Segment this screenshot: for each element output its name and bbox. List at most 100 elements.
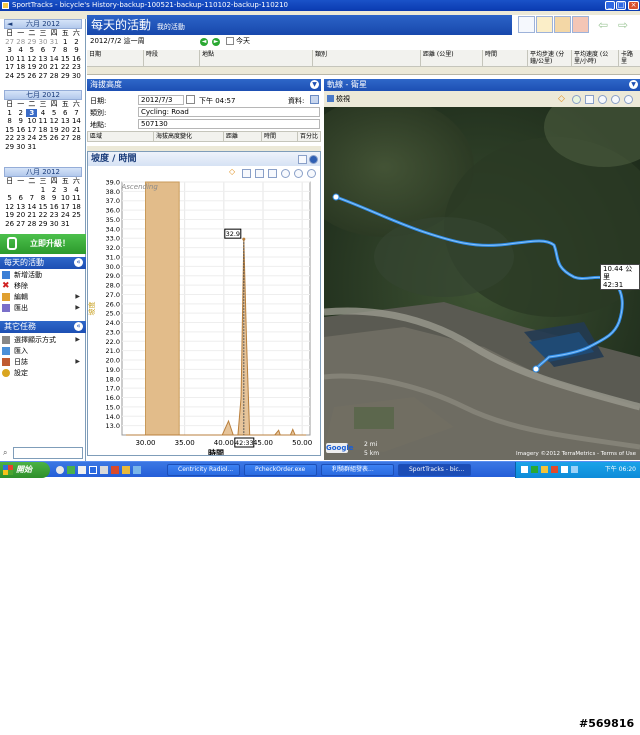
calendar-day[interactable]: 18 [37, 126, 48, 135]
calendar-day[interactable]: 4 [15, 46, 26, 55]
category-select[interactable]: Cycling: Road [138, 107, 320, 117]
tools-icon[interactable] [536, 16, 553, 33]
calendar-day[interactable]: 20 [60, 126, 71, 135]
calendar-day[interactable]: 3 [4, 46, 15, 55]
calendar-day[interactable]: 25 [37, 134, 48, 143]
calendar-day[interactable]: 7 [71, 109, 82, 118]
calendar-day[interactable]: 12 [4, 203, 15, 212]
calendar-day[interactable]: 29 [26, 38, 37, 47]
map-copyright[interactable]: Imagery ©2012 TerraMetrics - Terms of Us… [516, 451, 636, 457]
column-header[interactable]: 百分比 [298, 132, 321, 142]
calendar-day[interactable]: 29 [37, 220, 48, 229]
calendar-day[interactable]: 17 [4, 63, 15, 72]
column-header[interactable]: 卡路里 [619, 50, 640, 67]
column-header[interactable]: 地點 [200, 50, 313, 67]
zoom-in-icon[interactable] [307, 169, 316, 178]
calendar-day[interactable]: 27 [4, 38, 15, 47]
calendar-day[interactable]: 12 [26, 55, 37, 64]
calendar-day[interactable]: 16 [49, 203, 60, 212]
prev-month-icon[interactable]: ◄ [7, 20, 12, 29]
calendar-day[interactable]: 11 [15, 55, 26, 64]
time-value[interactable]: 下午 04:57 [199, 96, 235, 106]
calendar-day[interactable]: 30 [15, 143, 26, 152]
panel-dropdown-icon[interactable]: ▼ [310, 80, 319, 89]
calendar-day[interactable]: 20 [37, 63, 48, 72]
calendar-day[interactable]: 4 [71, 186, 82, 195]
zoom-out-icon[interactable] [611, 95, 620, 104]
panel-dropdown-icon[interactable]: ▼ [629, 80, 638, 89]
column-header[interactable]: 距離 [224, 132, 262, 142]
collapse-icon[interactable]: « [74, 322, 83, 331]
calendar-day[interactable]: 22 [60, 63, 71, 72]
calendar-day[interactable]: 31 [60, 220, 71, 229]
close-button[interactable]: × [628, 1, 639, 10]
calendar-day[interactable]: 26 [26, 72, 37, 81]
calendar-day[interactable]: 23 [49, 211, 60, 220]
refresh-icon[interactable] [572, 95, 581, 104]
calendar-day[interactable]: 6 [15, 194, 26, 203]
calendar-day[interactable]: 20 [15, 211, 26, 220]
column-header[interactable]: 時段 [144, 50, 200, 67]
taskbar-item[interactable]: PcheckOrder.exe [244, 464, 317, 476]
calendar-day[interactable]: 5 [26, 46, 37, 55]
calendar-day[interactable]: 6 [37, 46, 48, 55]
save-icon[interactable] [585, 95, 594, 104]
calendar-day[interactable]: 11 [37, 117, 48, 126]
tray-icon[interactable] [561, 466, 568, 473]
collapse-icon[interactable]: « [74, 258, 83, 267]
calendar-day[interactable]: 9 [49, 194, 60, 203]
calendar-day[interactable]: 15 [60, 55, 71, 64]
calendar-day[interactable]: 19 [26, 63, 37, 72]
calendar-day[interactable]: 30 [49, 220, 60, 229]
task-settings[interactable]: 設定 [2, 368, 84, 378]
satellite-map[interactable]: 10.44 公里 42:31 Google 2 mi 5 km Imagery … [324, 107, 640, 460]
zoom-out-icon[interactable] [294, 169, 303, 178]
back-arrow-icon[interactable]: ⇦ [598, 18, 608, 32]
calendar-day[interactable]: 16 [71, 55, 82, 64]
quicklaunch-icon[interactable] [56, 466, 64, 474]
calendar-day[interactable]: 17 [26, 126, 37, 135]
chart-icon[interactable] [255, 169, 264, 178]
calendar-picker-icon[interactable] [186, 95, 195, 104]
calendar-day[interactable]: 8 [37, 194, 48, 203]
quicklaunch-icon[interactable] [89, 466, 97, 474]
today-button[interactable]: 今天 [236, 35, 250, 48]
task-export[interactable]: 匯出 ▶ [2, 303, 84, 313]
calendar-day[interactable]: 2 [71, 38, 82, 47]
calendar-day[interactable]: 13 [60, 117, 71, 126]
calendar-day[interactable]: 27 [37, 72, 48, 81]
column-header[interactable]: 海拔高度變化 [154, 132, 224, 142]
column-header[interactable]: 類別 [313, 50, 421, 67]
calendar-day[interactable]: 13 [37, 55, 48, 64]
calendar-day[interactable]: 21 [26, 211, 37, 220]
calendar-day[interactable]: 3 [26, 108, 38, 117]
task-select-view[interactable]: 選擇顯示方式 ▶ [2, 335, 84, 345]
calendar-day[interactable]: 21 [71, 126, 82, 135]
calendar-view-icon[interactable] [518, 16, 535, 33]
calendar-day[interactable]: 8 [4, 117, 15, 126]
calendar-day[interactable]: 22 [37, 211, 48, 220]
equipment-icon[interactable] [572, 16, 589, 33]
maximize-button[interactable]: □ [616, 1, 626, 10]
splitter[interactable] [87, 67, 640, 75]
task-edit[interactable]: 編輯 ▶ [2, 292, 84, 302]
calendar-day[interactable]: 28 [49, 72, 60, 81]
calendar-day[interactable]: 10 [60, 194, 71, 203]
tray-icon[interactable] [541, 466, 548, 473]
calendar-day[interactable]: 5 [4, 194, 15, 203]
task-journal[interactable]: 日誌 ▶ [2, 357, 84, 367]
calendar-day[interactable]: 29 [4, 143, 15, 152]
calendar-day[interactable]: 19 [49, 126, 60, 135]
calendar-day[interactable]: 9 [71, 46, 82, 55]
calendar-day[interactable]: 15 [37, 203, 48, 212]
view-menu[interactable]: 檢視 [336, 95, 350, 103]
quicklaunch-icon[interactable] [122, 466, 130, 474]
tray-icon[interactable] [521, 466, 528, 473]
athlete-icon[interactable] [554, 16, 571, 33]
calendar-day[interactable]: 18 [71, 203, 82, 212]
quicklaunch-icon[interactable] [111, 466, 119, 474]
calendar-day[interactable]: 7 [26, 194, 37, 203]
calendar-day[interactable]: 1 [60, 38, 71, 47]
calendar-day[interactable]: 19 [4, 211, 15, 220]
column-header[interactable]: 日期 [87, 50, 144, 67]
